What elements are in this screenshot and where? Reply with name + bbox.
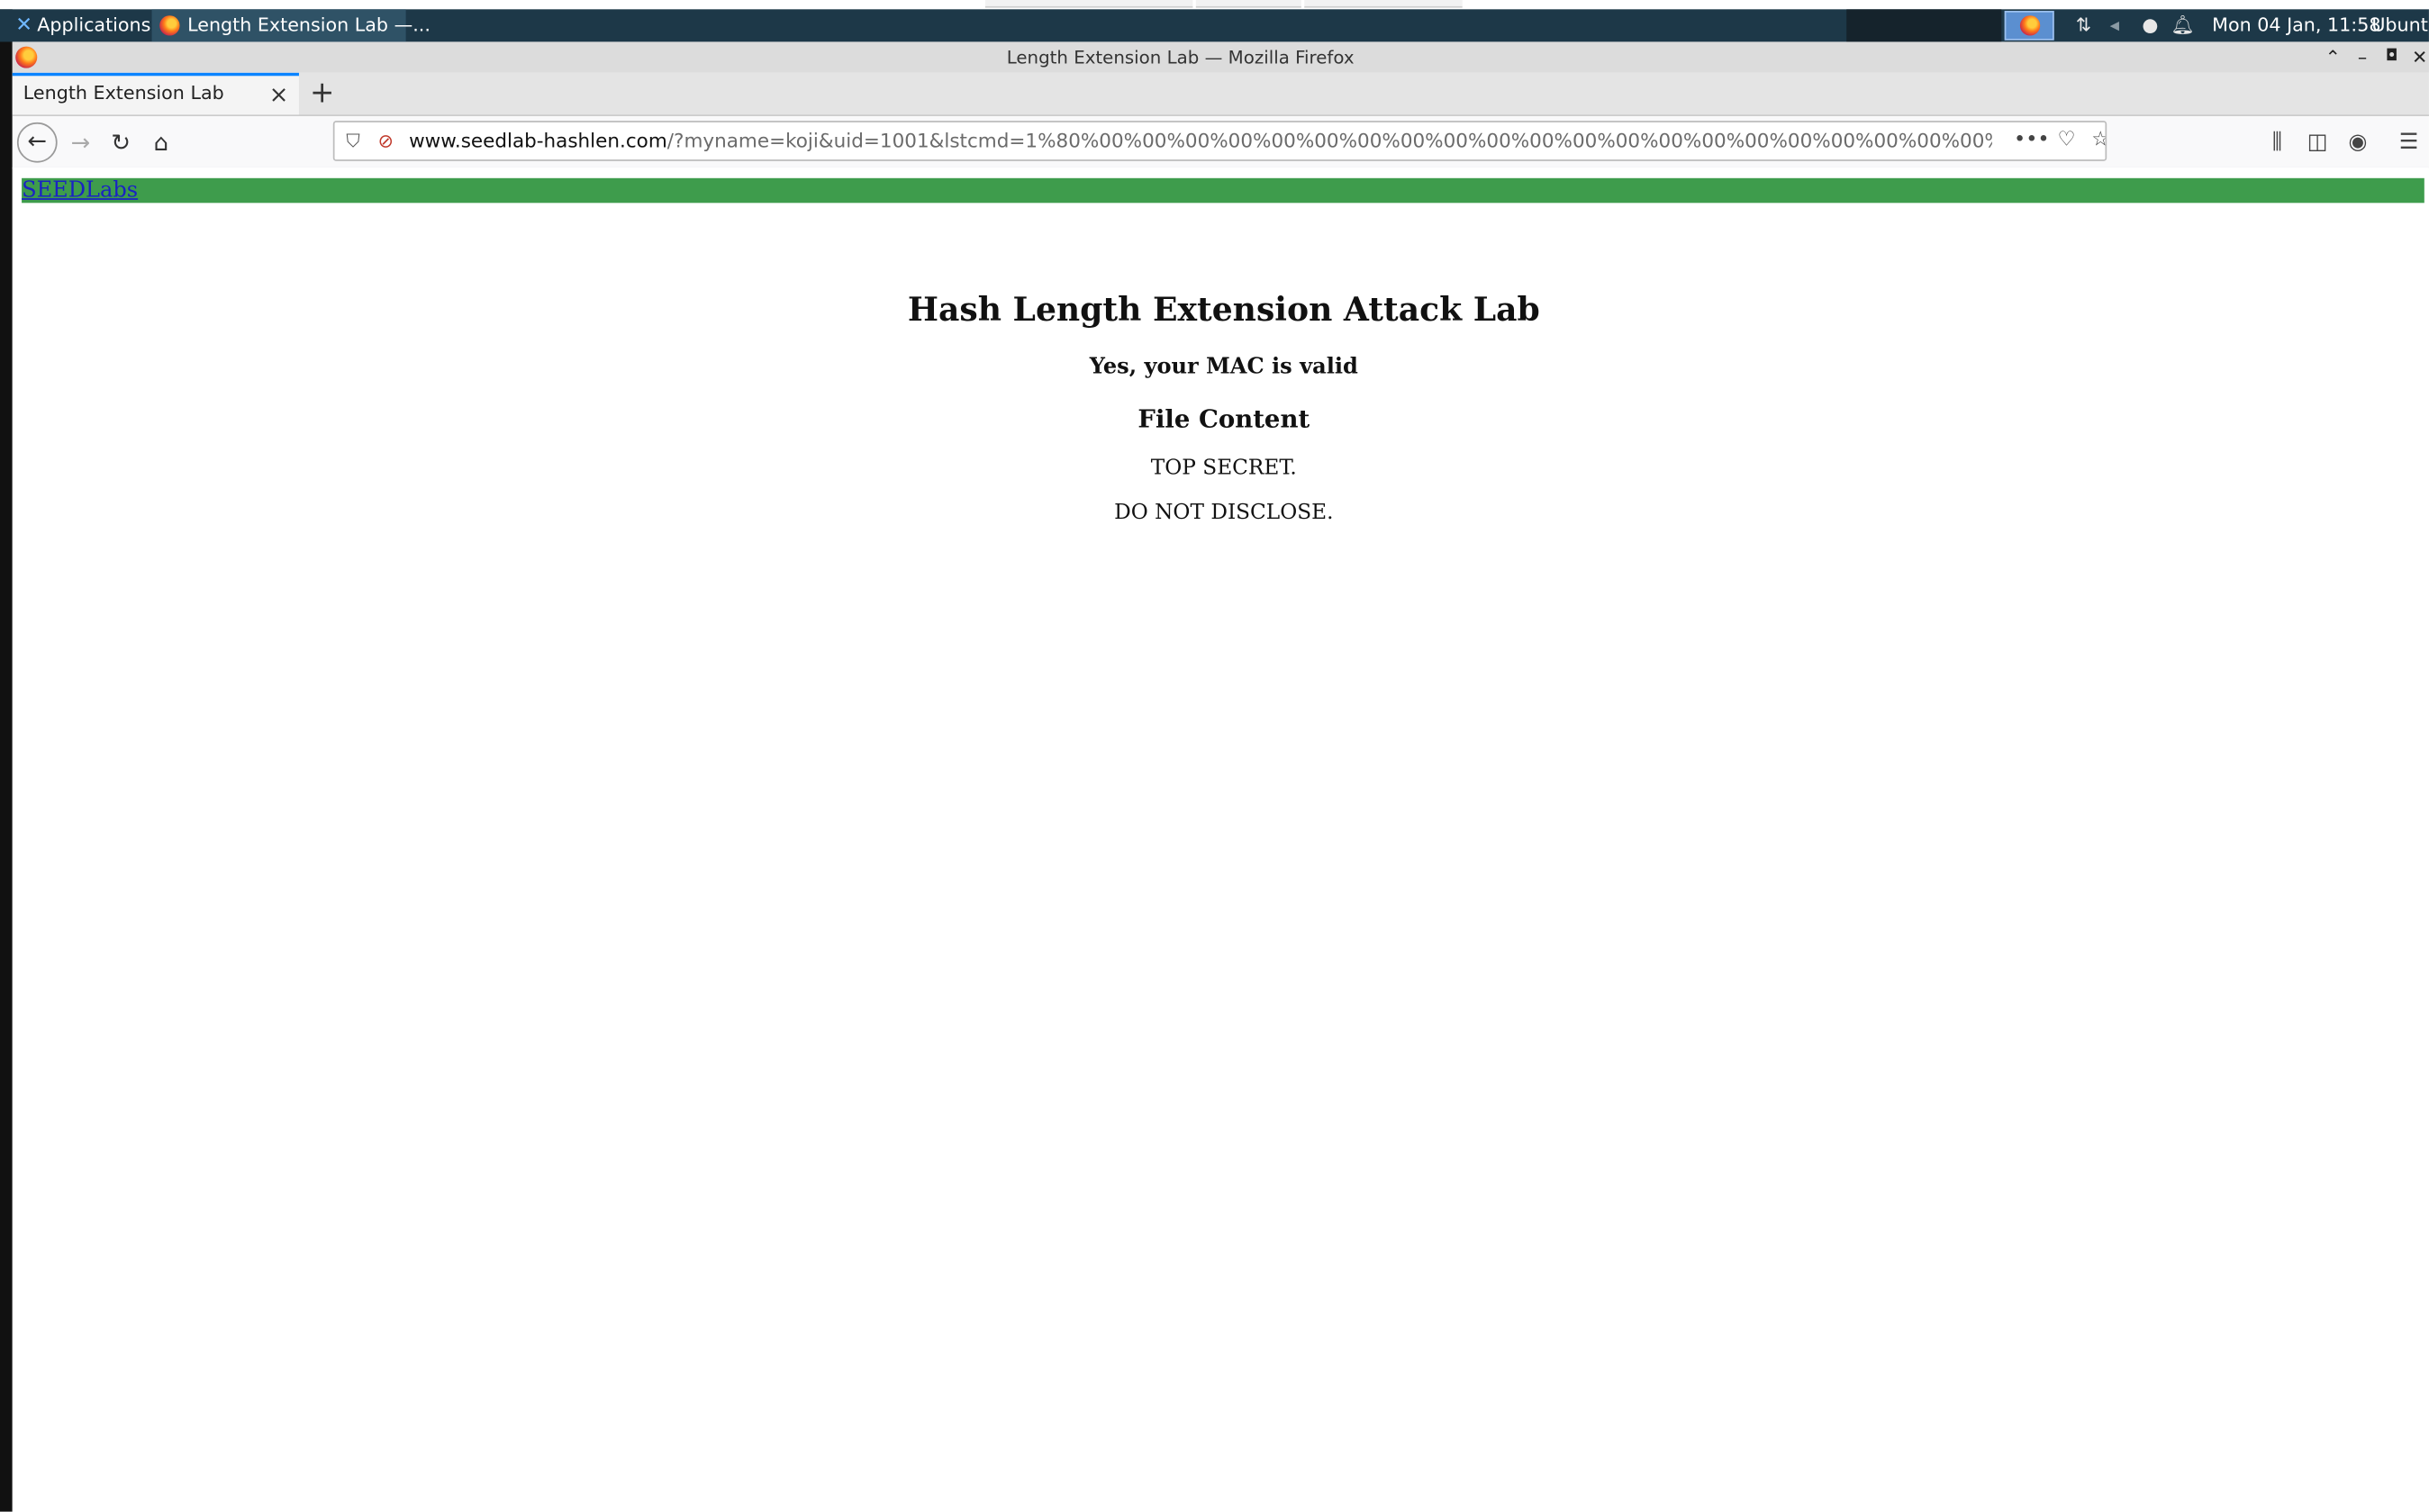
tab-label: Length Extension Lab bbox=[23, 82, 224, 104]
file-line: TOP SECRET. bbox=[1150, 455, 1297, 481]
close-tab-icon[interactable]: × bbox=[267, 79, 292, 110]
arrow-left-icon: ← bbox=[27, 127, 48, 155]
strip-segment bbox=[1195, 0, 1301, 8]
desktop-panel: ✕ Applications ⁞ Length Extension Lab —.… bbox=[0, 9, 2429, 42]
clock[interactable]: Mon 04 Jan, 11:58 bbox=[2212, 9, 2380, 41]
notification-bell-icon[interactable]: 🔔︎ bbox=[2169, 9, 2197, 41]
new-tab-button[interactable]: + bbox=[307, 73, 338, 114]
taskbar-firefox-window[interactable]: Length Extension Lab —... bbox=[151, 9, 431, 42]
page-actions-icon[interactable]: ••• bbox=[2014, 125, 2050, 156]
close-window-button[interactable]: ✕ bbox=[2409, 41, 2429, 72]
applications-menu[interactable]: ✕ Applications ⁞ bbox=[13, 9, 166, 41]
url-path: /?myname=koji&uid=1001&lstcmd=1%80%00%00… bbox=[666, 128, 1992, 152]
taskbar-label: Length Extension Lab —... bbox=[187, 14, 431, 36]
bookmark-star-icon[interactable]: ☆ bbox=[2085, 125, 2105, 156]
seedlabs-link[interactable]: SEEDLabs bbox=[22, 177, 138, 204]
sidebar-icon[interactable]: ◫ bbox=[2298, 122, 2335, 163]
reload-icon: ↻ bbox=[111, 128, 131, 157]
reload-button[interactable]: ↻ bbox=[101, 122, 141, 163]
library-icon[interactable]: ⫼ bbox=[2259, 122, 2296, 163]
screen: ✕ Applications ⁞ Length Extension Lab —.… bbox=[0, 0, 2429, 1512]
arrow-right-icon: → bbox=[70, 128, 91, 157]
tray-spacer bbox=[1846, 9, 2002, 42]
desktop-edge bbox=[0, 9, 13, 1512]
window-title: Length Extension Lab — Mozilla Firefox bbox=[1006, 46, 1355, 68]
chevron-up-icon[interactable]: ⌃ bbox=[2322, 41, 2343, 72]
address-bar[interactable]: ⛉ ⊘ www.seedlab-hashlen.com/?myname=koji… bbox=[332, 121, 2107, 161]
home-button[interactable]: ⌂ bbox=[141, 122, 182, 163]
applications-label: Applications bbox=[37, 14, 151, 36]
tab-active[interactable]: Length Extension Lab × bbox=[12, 72, 299, 115]
nav-toolbar: ← → ↻ ⌂ ⛉ ⊘ www.seedlab-hashlen.com/?myn… bbox=[12, 116, 2429, 169]
account-icon[interactable]: ◉ bbox=[2339, 122, 2376, 163]
firefox-icon bbox=[2019, 15, 2041, 36]
file-line: DO NOT DISCLOSE. bbox=[1114, 500, 1334, 526]
hamburger-menu-icon[interactable]: ☰ bbox=[2390, 122, 2427, 163]
strip-segment bbox=[984, 0, 1193, 8]
home-icon: ⌂ bbox=[153, 128, 169, 157]
top-strip bbox=[0, 0, 2429, 10]
tab-strip: Length Extension Lab × + bbox=[12, 72, 2429, 116]
tray-firefox-launcher[interactable] bbox=[2004, 11, 2054, 41]
firefox-icon bbox=[159, 15, 180, 36]
user-menu[interactable]: Ubuntu bbox=[2371, 9, 2429, 41]
tracking-shield-icon[interactable]: ⛉ bbox=[340, 125, 366, 156]
mac-status-message: Yes, your MAC is valid bbox=[1089, 354, 1358, 380]
forward-button[interactable]: → bbox=[60, 122, 101, 163]
file-content-heading: File Content bbox=[1137, 403, 1310, 434]
power-icon[interactable]: ● bbox=[2136, 9, 2164, 41]
back-button[interactable]: ← bbox=[16, 122, 58, 163]
seedlabs-navbar: SEEDLabs bbox=[22, 177, 2424, 204]
maximize-button[interactable]: ◘ bbox=[2381, 41, 2403, 72]
url-text[interactable]: www.seedlab-hashlen.com/?myname=koji&uid… bbox=[409, 122, 1992, 159]
xfce-logo-icon: ✕ bbox=[15, 14, 32, 38]
minimize-button[interactable]: – bbox=[2352, 41, 2373, 72]
volume-icon[interactable]: ◂ bbox=[2100, 9, 2128, 41]
url-host: www.seedlab-hashlen.com bbox=[409, 128, 667, 152]
window-titlebar[interactable]: Length Extension Lab — Mozilla Firefox ⌃… bbox=[12, 41, 2429, 73]
strip-segment bbox=[1304, 0, 1463, 8]
page-content: SEEDLabs Hash Length Extension Attack La… bbox=[12, 167, 2429, 1512]
page-title: Hash Length Extension Attack Lab bbox=[907, 289, 1540, 329]
insecure-lock-icon[interactable]: ⊘ bbox=[374, 125, 399, 156]
network-icon[interactable]: ⇅ bbox=[2070, 9, 2098, 41]
pocket-icon[interactable]: ♡ bbox=[2051, 125, 2081, 156]
